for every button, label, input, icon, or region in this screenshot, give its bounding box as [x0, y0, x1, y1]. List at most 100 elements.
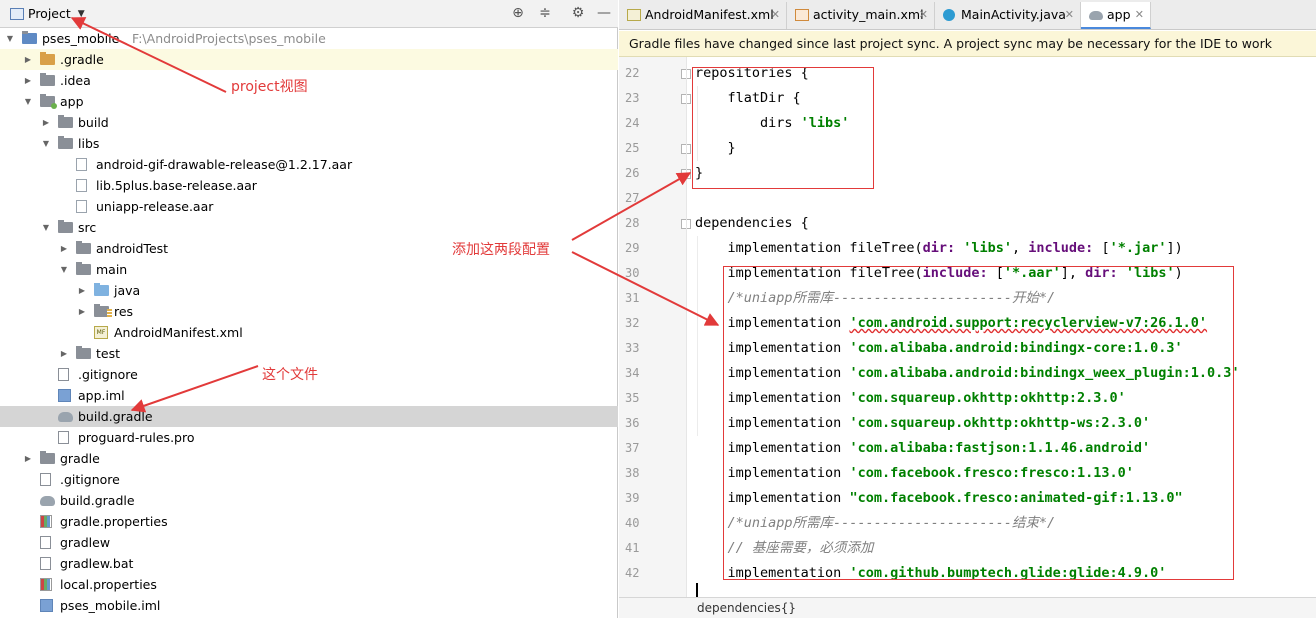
- expand-arrow-icon[interactable]: ▶: [76, 301, 88, 322]
- tree-item[interactable]: ▼ app: [0, 91, 618, 112]
- editor-breadcrumb[interactable]: dependencies{}: [619, 597, 1316, 618]
- editor-tab-label: MainActivity.java: [961, 7, 1066, 22]
- folder-icon: [40, 451, 55, 464]
- expand-arrow-icon[interactable]: ▶: [22, 448, 34, 469]
- expand-arrow-icon[interactable]: ▶: [58, 238, 70, 259]
- java-class-icon: [943, 9, 955, 21]
- tree-item-label: local.properties: [60, 577, 157, 592]
- tree-item[interactable]: ▼ src: [0, 217, 618, 238]
- collapse-arrow-icon[interactable]: ▼: [40, 133, 52, 154]
- locate-target-icon[interactable]: ⊕: [510, 5, 526, 21]
- tree-item-label: libs: [78, 136, 100, 151]
- line-number: 42: [625, 566, 640, 580]
- editor-tab[interactable]: app ✕: [1081, 2, 1151, 29]
- expand-arrow-icon[interactable]: ▶: [22, 70, 34, 91]
- resource-folder-icon: [94, 304, 112, 317]
- line-number: 32: [625, 316, 640, 330]
- project-path: F:\AndroidProjects\pses_mobile: [132, 31, 326, 46]
- tree-item[interactable]: ▶ .gradle: [0, 49, 618, 70]
- editor-tab[interactable]: AndroidManifest.xml ✕: [619, 2, 787, 29]
- tree-item[interactable]: build.gradle: [0, 406, 618, 427]
- tree-item[interactable]: local.properties: [0, 574, 618, 595]
- tree-item[interactable]: build.gradle: [0, 490, 618, 511]
- file-icon: [40, 536, 51, 549]
- line-number: 29: [625, 241, 640, 255]
- tree-item[interactable]: ▶ test: [0, 343, 618, 364]
- collapse-arrow-icon[interactable]: ▼: [40, 217, 52, 238]
- tree-item[interactable]: lib.5plus.base-release.aar: [0, 175, 618, 196]
- expand-arrow-icon[interactable]: ▶: [76, 280, 88, 301]
- close-icon[interactable]: ✕: [919, 2, 928, 27]
- tree-item[interactable]: ▶ res: [0, 301, 618, 322]
- collapse-all-icon[interactable]: ≑: [537, 5, 553, 21]
- tree-item-label: java: [114, 283, 141, 298]
- manifest-icon: [627, 9, 641, 21]
- tree-item-label: app: [60, 94, 84, 109]
- editor-tab-label: AndroidManifest.xml: [645, 7, 774, 22]
- hide-panel-icon[interactable]: —: [596, 5, 612, 21]
- tree-item[interactable]: ▶ gradle: [0, 448, 618, 469]
- gradle-sync-notice[interactable]: Gradle files have changed since last pro…: [619, 31, 1316, 77]
- tree-item[interactable]: ▼ pses_mobile F:\AndroidProjects\pses_mobi…: [0, 28, 618, 49]
- expand-arrow-icon[interactable]: ▶: [22, 49, 34, 70]
- line-number: 34: [625, 366, 640, 380]
- folder-icon: [58, 220, 73, 233]
- code-token: ,: [1012, 240, 1029, 256]
- tree-item[interactable]: gradle.properties: [0, 511, 618, 532]
- project-view-selector[interactable]: Project ▼: [10, 6, 85, 21]
- tree-item[interactable]: pses_mobile.iml: [0, 595, 618, 616]
- line-number: 33: [625, 341, 640, 355]
- module-file-icon: [40, 599, 53, 612]
- line-number: 31: [625, 291, 640, 305]
- tree-item-label: AndroidManifest.xml: [114, 325, 243, 340]
- collapse-arrow-icon[interactable]: ▼: [58, 259, 70, 280]
- tree-item-label: src: [78, 220, 97, 235]
- close-icon[interactable]: ✕: [1065, 2, 1074, 27]
- project-view-label: Project: [28, 6, 71, 21]
- gradle-icon: [1089, 11, 1103, 20]
- line-number: 26: [625, 166, 640, 180]
- gear-icon[interactable]: ⚙: [570, 5, 586, 21]
- source-folder-icon: [94, 283, 109, 296]
- tree-item[interactable]: uniapp-release.aar: [0, 196, 618, 217]
- tree-item-label: .gitignore: [60, 472, 120, 487]
- tree-item-label: android-gif-drawable-release@1.2.17.aar: [96, 157, 353, 172]
- tree-item[interactable]: ▼ libs: [0, 133, 618, 154]
- expand-arrow-icon[interactable]: ▶: [58, 343, 70, 364]
- tree-item[interactable]: proguard-rules.pro: [0, 427, 618, 448]
- tree-item[interactable]: ▼ main: [0, 259, 618, 280]
- project-icon: [22, 31, 37, 44]
- close-icon[interactable]: ✕: [1135, 2, 1144, 27]
- line-number: 35: [625, 391, 640, 405]
- editor-tab[interactable]: activity_main.xml ✕: [787, 2, 935, 29]
- code-token: ]): [1166, 240, 1183, 256]
- collapse-arrow-icon[interactable]: ▼: [4, 28, 16, 49]
- tree-item[interactable]: android-gif-drawable-release@1.2.17.aar: [0, 154, 618, 175]
- collapse-arrow-icon[interactable]: ▼: [22, 91, 34, 112]
- annotation-box-dependencies: [723, 266, 1234, 580]
- close-icon[interactable]: ✕: [771, 2, 780, 27]
- folder-icon: [76, 241, 91, 254]
- tree-item[interactable]: ▶ java: [0, 280, 618, 301]
- code-string: dir:: [922, 240, 956, 256]
- project-panel-header: Project ▼ ⊕ ≑ ⚙ —: [0, 0, 618, 28]
- tree-item[interactable]: gradlew: [0, 532, 618, 553]
- tree-item[interactable]: ▶ .idea: [0, 70, 618, 91]
- tree-item[interactable]: gradlew.bat: [0, 553, 618, 574]
- file-icon: [58, 431, 69, 444]
- manifest-file-icon: MF: [94, 326, 108, 339]
- tree-item[interactable]: app.iml: [0, 385, 618, 406]
- line-number: 30: [625, 266, 640, 280]
- line-number: 38: [625, 466, 640, 480]
- editor-tab-bar: AndroidManifest.xml ✕ activity_main.xml ✕ Ma…: [619, 0, 1316, 30]
- tree-item[interactable]: ▶ build: [0, 112, 618, 133]
- tree-item-label: test: [96, 346, 121, 361]
- tree-item[interactable]: MF AndroidManifest.xml: [0, 322, 618, 343]
- line-number: 22: [625, 66, 640, 80]
- expand-arrow-icon[interactable]: ▶: [40, 112, 52, 133]
- tree-item[interactable]: .gitignore: [0, 469, 618, 490]
- tree-item-label: gradlew.bat: [60, 556, 134, 571]
- editor-tab[interactable]: MainActivity.java ✕: [935, 2, 1081, 29]
- annotation-add-config: 添加这两段配置: [452, 242, 550, 258]
- archive-file-icon: [76, 179, 87, 192]
